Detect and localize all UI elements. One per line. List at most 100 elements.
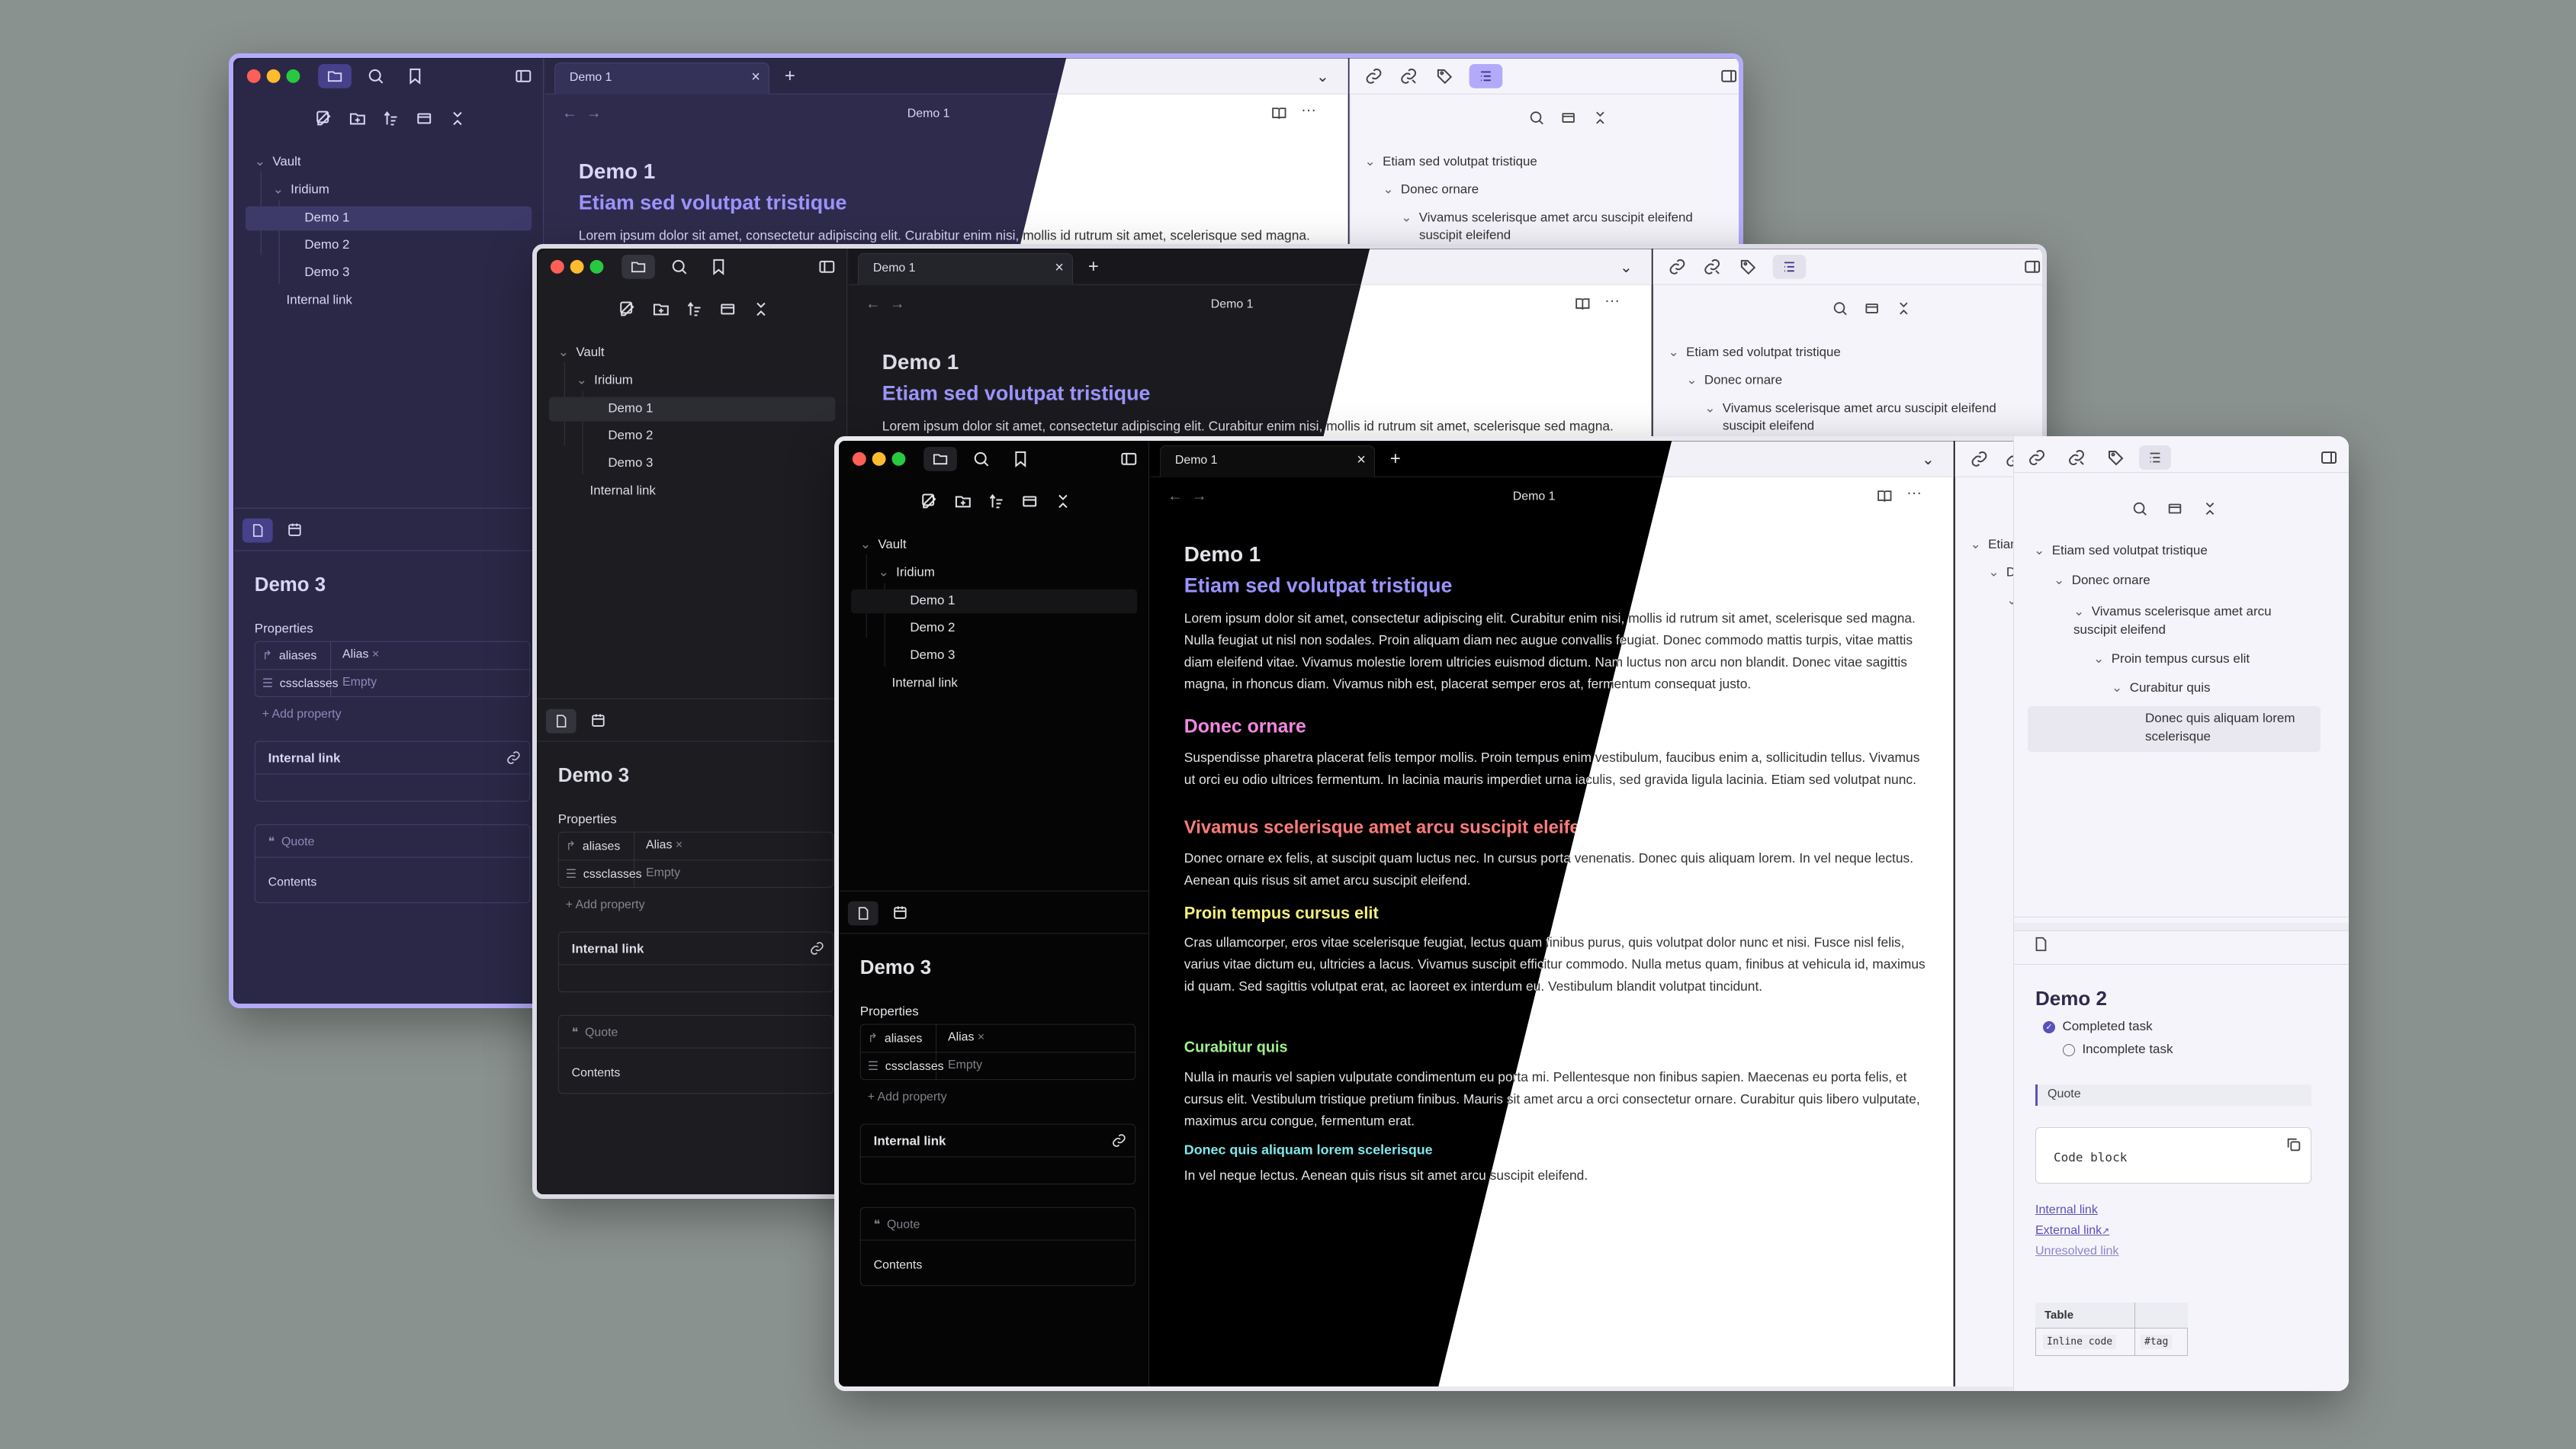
add-property-button[interactable]: + Add property <box>566 898 645 912</box>
outline-collapse-icon[interactable] <box>1560 110 1577 127</box>
tree-item-demo1[interactable]: Demo 1 <box>910 593 955 609</box>
new-tab-button[interactable]: + <box>1088 256 1099 278</box>
tree-item-demo1[interactable]: Demo 1 <box>608 401 653 416</box>
outline-icon[interactable] <box>1772 254 1807 279</box>
minimize-window-button[interactable] <box>872 451 886 466</box>
tree-item-iridium[interactable]: ⌄ Iridium <box>878 565 935 580</box>
new-note-icon[interactable] <box>920 493 939 511</box>
checkbox-checked-icon[interactable]: ✓ <box>2043 1020 2055 1033</box>
collapse-icon[interactable] <box>1020 493 1039 511</box>
link-icon[interactable] <box>809 941 824 956</box>
search-icon[interactable] <box>972 450 991 468</box>
forward-button[interactable]: → <box>890 296 905 313</box>
tree-item-demo3[interactable]: Demo 3 <box>910 647 955 663</box>
forward-button[interactable]: → <box>586 105 602 123</box>
search-icon[interactable] <box>670 258 689 276</box>
completed-task[interactable]: ✓ Completed task <box>2043 1019 2153 1034</box>
tag[interactable]: #tag <box>2141 1335 2173 1349</box>
maximize-window-button[interactable] <box>286 69 300 83</box>
internal-link-heading[interactable]: Internal link <box>268 751 341 766</box>
internal-link-heading[interactable]: Internal link <box>572 942 644 957</box>
outline-collapse-all-icon[interactable] <box>1895 300 1912 317</box>
tab-list-chevron[interactable]: ⌄ <box>1922 450 1935 469</box>
files-icon[interactable] <box>622 254 655 279</box>
toggle-sidebar-icon[interactable] <box>1119 450 1139 468</box>
tree-item-vault[interactable]: ⌄ Vault <box>558 345 605 360</box>
back-button[interactable]: ← <box>866 296 881 313</box>
outline-item[interactable]: ⌄ Curabitur quis <box>2112 680 2211 696</box>
tree-item-demo2[interactable]: Demo 2 <box>304 237 349 252</box>
property-aliases-value[interactable]: Alias × <box>646 839 683 853</box>
property-cssclasses-value[interactable]: Empty <box>646 866 680 880</box>
outline-item[interactable]: ⌄ Vivamus scelerisque amet arcu suscipit… <box>1401 210 1693 226</box>
outline-item[interactable]: ⌄ Donec ornare <box>1686 373 1782 388</box>
tree-item-vault[interactable]: ⌄ Vault <box>255 154 301 169</box>
close-window-button[interactable] <box>852 451 866 466</box>
unresolved-link[interactable]: Unresolved link <box>2035 1245 2118 1258</box>
tree-item-vault[interactable]: ⌄ Vault <box>860 537 907 552</box>
backlinks-icon[interactable] <box>1669 258 1687 276</box>
outline-item[interactable]: ⌄ Donec ornare <box>2054 573 2150 588</box>
outline-search-icon[interactable] <box>2131 500 2148 517</box>
back-button[interactable]: ← <box>1168 488 1183 506</box>
link-icon[interactable] <box>506 750 521 766</box>
outgoing-links-icon[interactable] <box>1703 258 1721 276</box>
outline-collapse-icon[interactable] <box>2166 500 2183 517</box>
calendar-icon[interactable] <box>287 522 304 538</box>
calendar-icon[interactable] <box>892 904 909 921</box>
property-aliases-value[interactable]: Alias × <box>948 1031 984 1045</box>
internal-link[interactable]: Internal link <box>2035 1203 2098 1217</box>
toggle-sidebar-icon[interactable] <box>513 67 533 85</box>
more-options-icon[interactable]: ··· <box>1301 102 1316 120</box>
tags-icon[interactable] <box>1436 67 1454 85</box>
outline-collapse-all-icon[interactable] <box>1592 110 1608 127</box>
add-property-button[interactable]: + Add property <box>262 708 342 721</box>
outgoing-links-icon[interactable] <box>1399 67 1418 85</box>
sort-icon[interactable] <box>988 493 1006 511</box>
bookmark-icon[interactable] <box>1011 450 1029 468</box>
property-cssclasses-value[interactable]: Empty <box>948 1059 982 1072</box>
more-options-icon[interactable]: ··· <box>1604 293 1620 310</box>
outline-item[interactable]: ⌄ Vivamus scelerisque amet arcu suscipit… <box>2073 602 2302 639</box>
tab-close-icon[interactable]: × <box>1357 451 1366 469</box>
backlinks-icon[interactable] <box>1971 450 1989 468</box>
new-note-icon[interactable] <box>618 300 637 319</box>
outline-item[interactable]: ⌄ Proin tempus cursus elit <box>2093 651 2250 667</box>
collapse-all-icon[interactable] <box>448 110 467 128</box>
link-icon[interactable] <box>1111 1133 1126 1149</box>
backlinks-icon[interactable] <box>2028 448 2046 467</box>
outline-item[interactable]: ⌄ Etiam sed volutpat tristique <box>1365 154 1537 169</box>
tree-item-iridium[interactable]: ⌄ Iridium <box>273 182 329 198</box>
new-note-icon[interactable] <box>315 110 333 128</box>
tree-item-iridium[interactable]: ⌄ Iridium <box>577 373 633 388</box>
tree-item-demo2[interactable]: Demo 2 <box>608 428 653 443</box>
files-icon[interactable] <box>318 63 352 88</box>
new-folder-icon[interactable] <box>348 110 367 128</box>
tab-close-icon[interactable]: × <box>751 69 760 86</box>
calendar-icon[interactable] <box>590 712 607 729</box>
search-icon[interactable] <box>367 67 385 85</box>
new-folder-icon[interactable] <box>652 300 670 319</box>
toggle-right-sidebar-icon[interactable] <box>1719 67 1739 85</box>
checkbox-unchecked-icon[interactable] <box>2063 1043 2075 1056</box>
toggle-sidebar-icon[interactable] <box>817 258 837 276</box>
toggle-right-sidebar-icon[interactable] <box>2022 258 2042 276</box>
tags-icon[interactable] <box>2107 448 2125 467</box>
external-link[interactable]: External link↗ <box>2035 1224 2109 1238</box>
outline-icon[interactable] <box>2139 445 2171 470</box>
tab-list-chevron[interactable]: ⌄ <box>1316 67 1329 86</box>
tree-item-internal-link[interactable]: Internal link <box>590 484 656 499</box>
outline-item-selected[interactable]: Donec quis aliquam lorem scelerisque <box>2145 709 2298 746</box>
property-cssclasses-value[interactable]: Empty <box>342 676 377 689</box>
outline-search-icon[interactable] <box>1832 300 1848 317</box>
tab-list-chevron[interactable]: ⌄ <box>1620 258 1633 277</box>
file-properties-icon[interactable] <box>545 708 577 734</box>
close-window-button[interactable] <box>550 259 564 274</box>
file-properties-icon[interactable] <box>847 901 878 926</box>
outline-icon[interactable] <box>1469 63 1503 88</box>
tree-item-demo3[interactable]: Demo 3 <box>304 265 349 280</box>
new-folder-icon[interactable] <box>954 493 972 511</box>
outline-item[interactable]: ⌄ Etiam sed volutpat tristique <box>2034 543 2208 558</box>
reading-view-icon[interactable] <box>1876 488 1893 505</box>
sort-icon[interactable] <box>382 110 400 128</box>
